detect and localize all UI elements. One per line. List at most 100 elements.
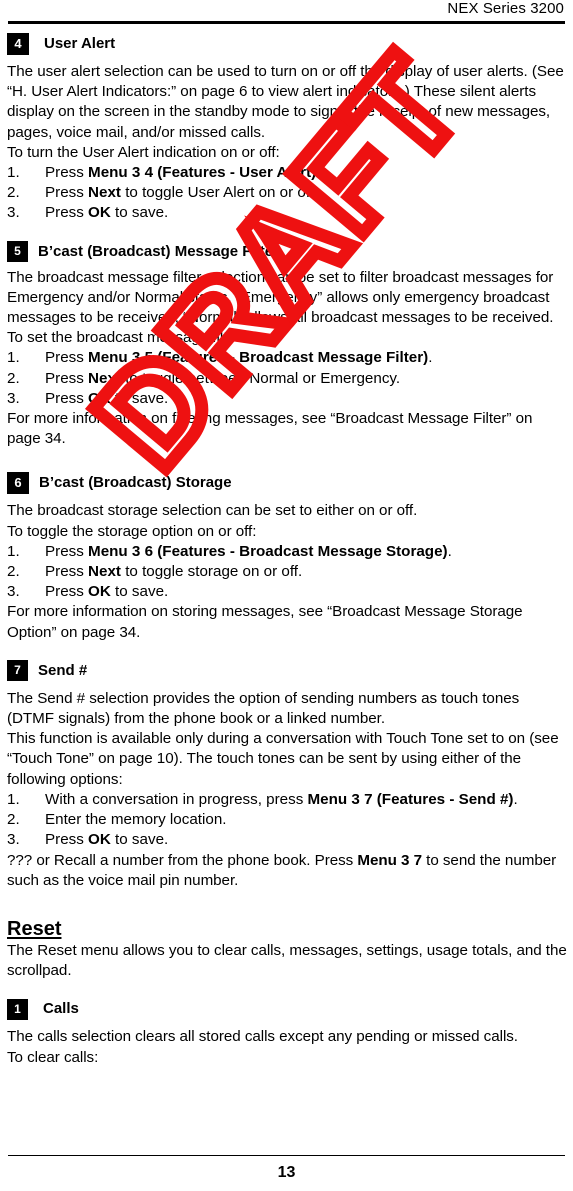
- step-text-pre: Press: [45, 563, 89, 581]
- step-number: 3.: [7, 389, 20, 407]
- header-rule: [8, 21, 565, 24]
- page-number: 13: [277, 1164, 296, 1181]
- step-text-bold: Next: [88, 184, 121, 202]
- step-number: 1.: [7, 542, 20, 560]
- step-text: Press Next to toggle between Normal or E…: [45, 369, 567, 389]
- step-text-post: .: [316, 164, 321, 182]
- step-text-bold: Menu 3 7 (Features - Send #): [307, 790, 514, 808]
- section-steps: 1. Press Menu 3 4 (Features - User Alert…: [7, 163, 567, 224]
- section-paragraph: This function is available only during a…: [7, 730, 559, 788]
- section-title: Send #: [38, 661, 88, 679]
- step-text: Press Menu 3 6 (Features - Broadcast Mes…: [45, 542, 567, 562]
- section-paragraph: To set the broadcast message filter:: [7, 329, 245, 347]
- section-steps: 1. Press Menu 3 6 (Features - Broadcast …: [7, 542, 567, 603]
- step-text-bold: Menu 3 5 (Features - Broadcast Message F…: [88, 349, 429, 367]
- list-item: 3. Press OK to save.: [7, 830, 567, 850]
- step-text-post: .: [447, 542, 452, 560]
- section-paragraph: The broadcast storage selection can be s…: [7, 502, 418, 520]
- note-bold: Menu 3 7: [357, 851, 422, 869]
- step-text-bold: Menu 3 6 (Features - Broadcast Message S…: [88, 542, 448, 560]
- page-content: 4 User Alert The user alert selection ca…: [7, 32, 567, 1068]
- step-text-post: to save.: [110, 831, 169, 849]
- manual-page: NEX Series 3200 4 User Alert The user al…: [0, 0, 573, 1191]
- step-text: Press Menu 3 4 (Features - User Alert).: [45, 163, 567, 183]
- step-text: Press OK to save.: [45, 582, 567, 602]
- list-item: 3. Press OK to save.: [7, 203, 567, 223]
- section-title: B’cast (Broadcast) Message Filter: [38, 242, 279, 260]
- section-heading-user-alert: 4 User Alert: [7, 32, 567, 56]
- step-text: Press Menu 3 5 (Features - Broadcast Mes…: [45, 348, 567, 368]
- step-text-pre: Press: [45, 204, 89, 222]
- step-number: 3.: [7, 831, 20, 849]
- section-heading-bcast-storage: 6 B’cast (Broadcast) Storage: [7, 471, 567, 495]
- section-title: B’cast (Broadcast) Storage: [39, 474, 232, 492]
- step-text-post: to save.: [110, 389, 169, 407]
- step-text-pre: Press: [45, 184, 89, 202]
- list-item: 2. Enter the memory location.: [7, 810, 567, 830]
- step-text: Press Next to toggle storage on or off.: [45, 562, 567, 582]
- list-item: 1. Press Menu 3 4 (Features - User Alert…: [7, 163, 567, 183]
- step-text-pre: Press: [45, 389, 89, 407]
- section-steps: 1. With a conversation in progress, pres…: [7, 790, 567, 851]
- step-text: Enter the memory location.: [45, 810, 567, 830]
- step-text-post: .: [428, 349, 433, 367]
- section-note: For more information on filtering messag…: [7, 410, 533, 448]
- section-heading-send-number: 7 Send #: [7, 659, 567, 683]
- step-text-post: to toggle storage on or off.: [120, 563, 303, 581]
- section-paragraph: To toggle the storage option on or off:: [7, 522, 257, 540]
- section-paragraph: The broadcast message filter selection c…: [7, 268, 554, 327]
- section-badge: 6: [7, 472, 29, 495]
- section-paragraph: The user alert selection can be used to …: [7, 63, 564, 141]
- section-badge: 7: [7, 660, 28, 682]
- step-text-bold: Next: [88, 369, 121, 387]
- step-text-post: .: [513, 790, 518, 808]
- list-item: 1. Press Menu 3 5 (Features - Broadcast …: [7, 348, 567, 368]
- step-number: 1.: [7, 164, 20, 182]
- section-paragraph: To clear calls:: [7, 1048, 99, 1066]
- section-note: For more information on storing messages…: [7, 603, 523, 641]
- step-text-pre: With a conversation in progress, press: [45, 790, 308, 808]
- step-text-bold: Menu 3 4 (Features - User Alert): [88, 164, 317, 182]
- step-number: 2.: [7, 184, 20, 202]
- section-title: User Alert: [44, 35, 116, 52]
- step-text-post: to save.: [110, 204, 169, 222]
- step-text: With a conversation in progress, press M…: [45, 790, 567, 810]
- step-text-bold: OK: [88, 831, 111, 849]
- list-item: 3. Press OK to save.: [7, 582, 567, 602]
- section-note: ??? or Recall a number from the phone bo…: [7, 851, 567, 891]
- step-text-pre: Press: [45, 349, 89, 367]
- list-item: 1. Press Menu 3 6 (Features - Broadcast …: [7, 542, 567, 562]
- section-badge: 5: [7, 241, 28, 263]
- section-heading-bcast-message-filter: 5 B’cast (Broadcast) Message Filter: [7, 240, 567, 264]
- list-item: 1. With a conversation in progress, pres…: [7, 790, 567, 810]
- step-text: Press OK to save.: [45, 830, 567, 850]
- step-number: 2.: [7, 563, 20, 581]
- step-text-bold: OK: [88, 583, 111, 601]
- chapter-heading-reset: Reset: [7, 917, 62, 940]
- step-text-pre: Enter the memory location.: [45, 811, 227, 829]
- step-text-bold: OK: [88, 389, 111, 407]
- list-item: 2. Press Next to toggle storage on or of…: [7, 562, 567, 582]
- step-number: 3.: [7, 583, 20, 601]
- step-text: Press OK to save.: [45, 203, 567, 223]
- list-item: 2. Press Next to toggle User Alert on or…: [7, 183, 567, 203]
- header-title: NEX Series 3200: [447, 0, 564, 17]
- section-paragraph: To turn the User Alert indication on or …: [7, 143, 280, 161]
- list-item: 2. Press Next to toggle between Normal o…: [7, 369, 567, 389]
- section-heading-calls: 1 Calls: [7, 997, 567, 1021]
- chapter-intro: The Reset menu allows you to clear calls…: [7, 941, 567, 980]
- section-title: Calls: [43, 1000, 79, 1018]
- step-number: 2.: [7, 369, 20, 387]
- step-text-post: to toggle between Normal or Emergency.: [120, 369, 401, 387]
- step-number: 1.: [7, 790, 20, 808]
- step-text-pre: Press: [45, 542, 89, 560]
- step-number: 2.: [7, 811, 20, 829]
- page-header: NEX Series 3200: [8, 0, 565, 24]
- footer-rule: [8, 1155, 565, 1156]
- step-text-post: to save.: [110, 583, 169, 601]
- section-badge: 4: [7, 33, 29, 55]
- step-text-bold: Next: [88, 563, 121, 581]
- step-text-bold: OK: [88, 204, 111, 222]
- step-text-pre: Press: [45, 831, 89, 849]
- note-pre: ??? or Recall a number from the phone bo…: [7, 851, 358, 869]
